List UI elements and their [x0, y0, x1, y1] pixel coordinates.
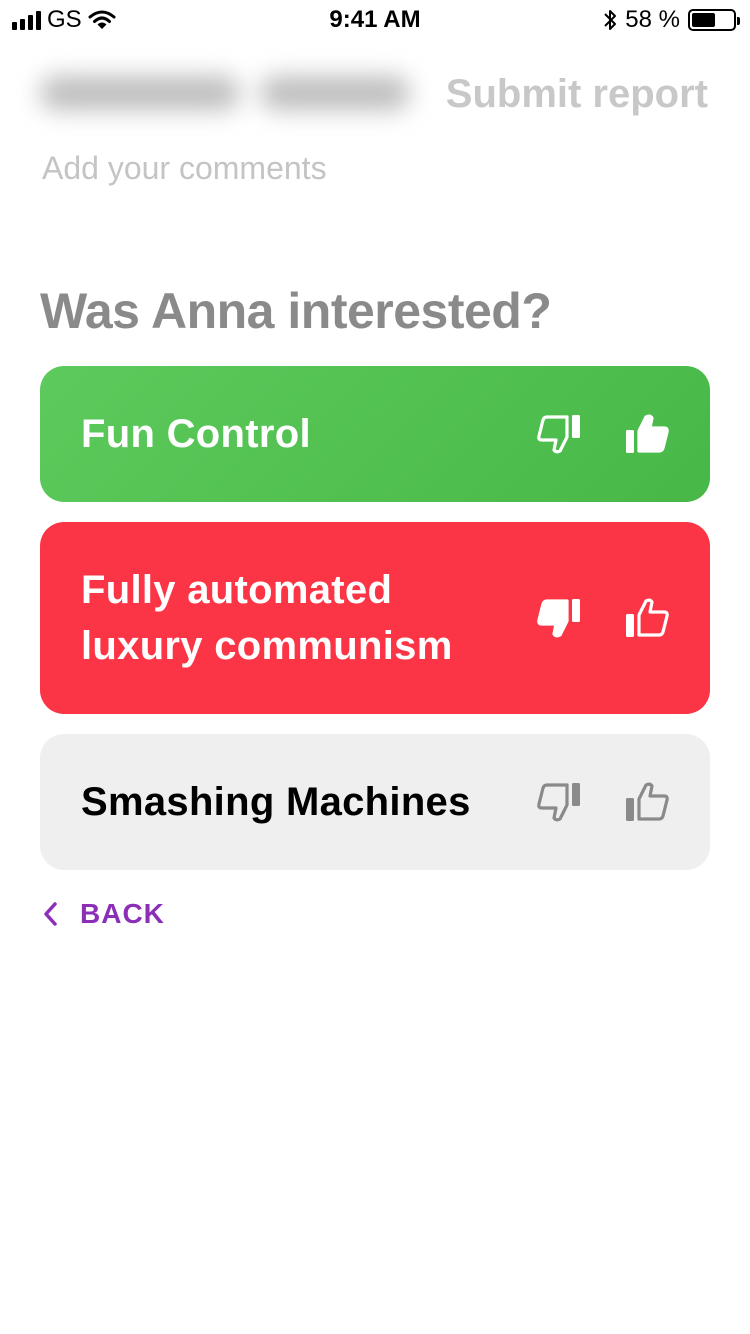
- thumbs-down-icon[interactable]: [536, 413, 582, 455]
- bluetooth-icon: [604, 10, 617, 30]
- topic-card: Fun Control: [40, 366, 710, 502]
- back-button[interactable]: BACK: [42, 898, 165, 930]
- thumbs-up-icon[interactable]: [624, 413, 670, 455]
- blurred-contact-name: [40, 58, 420, 128]
- topic-card: Smashing Machines: [40, 734, 710, 870]
- topic-label: Smashing Machines: [81, 780, 471, 824]
- thumbs-up-icon[interactable]: [624, 597, 670, 639]
- question-heading: Was Anna interested?: [40, 283, 552, 339]
- thumbs-up-icon[interactable]: [624, 781, 670, 823]
- chevron-left-icon: [44, 902, 57, 926]
- topic-card: Fully automated luxury communism: [40, 522, 710, 714]
- topic-label: Fun Control: [81, 412, 311, 456]
- submit-report-button[interactable]: Submit report: [446, 72, 708, 117]
- battery-icon: [688, 9, 740, 31]
- battery-fill: [692, 13, 715, 27]
- vote-group: [536, 781, 670, 823]
- thumbs-down-icon[interactable]: [536, 781, 582, 823]
- status-right: 58 %: [603, 6, 740, 34]
- status-bar: GS 9:41 AM 58 %: [0, 0, 750, 40]
- vote-group: [536, 597, 670, 639]
- vote-group: [536, 413, 670, 455]
- thumbs-down-icon[interactable]: [536, 597, 582, 639]
- screen: GS 9:41 AM 58 % Submit report Was Anna i…: [0, 0, 750, 1334]
- battery-percent: 58 %: [625, 6, 680, 33]
- back-label: BACK: [80, 898, 165, 929]
- topic-label: Fully automated luxury communism: [81, 568, 453, 668]
- comments-input[interactable]: [42, 146, 602, 190]
